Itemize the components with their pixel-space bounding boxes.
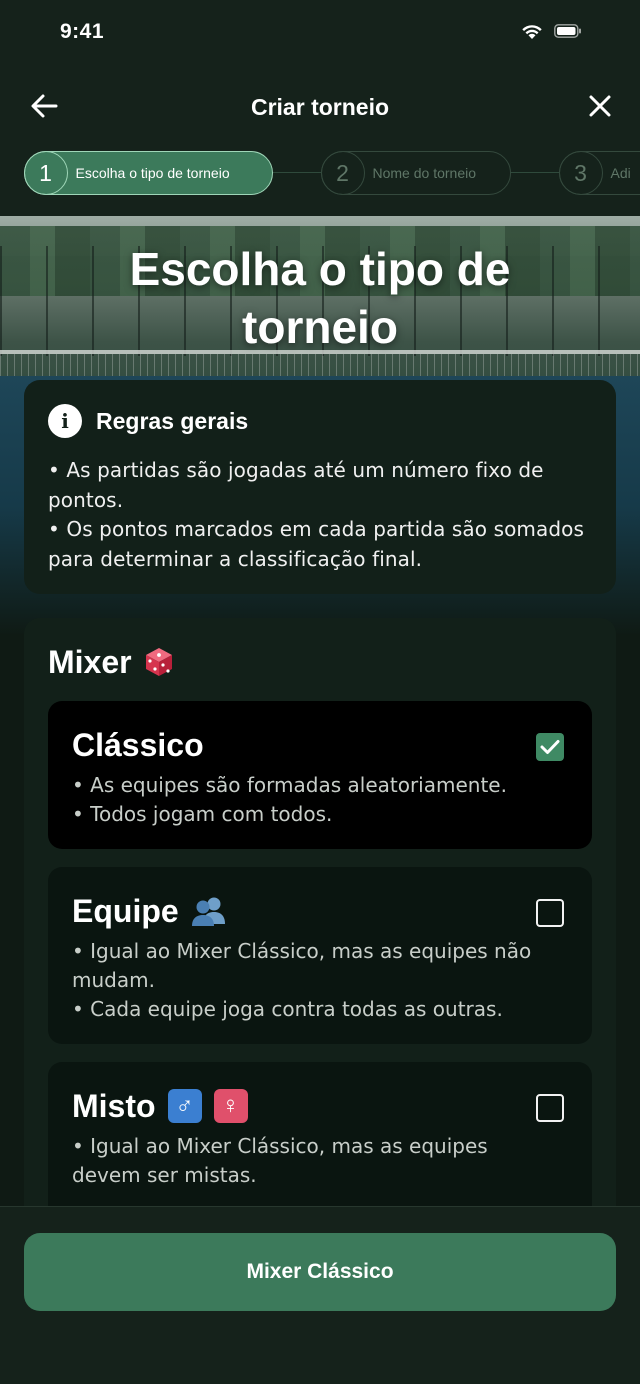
male-sign-icon: ♂ [167, 1089, 202, 1123]
header: Criar torneio 1 Escolha o tipo de tornei… [0, 66, 640, 216]
option-description: • As equipes são formadas aleatoriamente… [72, 773, 507, 826]
option-checkbox[interactable] [536, 733, 564, 761]
close-button[interactable] [582, 88, 618, 124]
section-title: Mixer [48, 643, 132, 680]
info-icon: i [48, 404, 82, 438]
battery-icon [554, 24, 581, 38]
step-2[interactable]: 2 Nome do torneio [320, 151, 511, 195]
option-description: • Igual ao Mixer Clássico, mas as equipe… [72, 1134, 488, 1187]
status-bar: 9:41 [0, 0, 640, 66]
step-number: 3 [558, 151, 603, 195]
option-classico[interactable]: Clássico • As equipes são formadas aleat… [48, 701, 592, 849]
check-icon [540, 740, 560, 754]
step-number: 2 [320, 151, 365, 195]
wifi-icon [522, 25, 542, 39]
page-title: Criar torneio [250, 94, 390, 120]
dice-icon [145, 648, 172, 676]
step-label: Escolha o tipo de torneio [75, 165, 230, 181]
step-label: Adi [610, 165, 631, 181]
option-checkbox[interactable] [536, 899, 564, 927]
step-number: 1 [23, 151, 68, 195]
option-misto[interactable]: Misto ♂ ♀ • Igual ao Mixer Clássico, mas… [48, 1062, 592, 1222]
option-equipe[interactable]: Equipe • Igual ao Mixer Clássico, mas as… [48, 867, 592, 1044]
bottom-bar: Mixer Clássico [0, 1206, 640, 1384]
step-connector [272, 172, 322, 173]
stepper: 1 Escolha o tipo de torneio 2 Nome do to… [0, 150, 640, 196]
option-title: Clássico [72, 726, 204, 763]
rules-card: i Regras gerais • As partidas são jogada… [24, 380, 616, 594]
step-label: Nome do torneio [372, 165, 477, 181]
rules-text: • As partidas são jogadas até um número … [48, 458, 585, 571]
step-1[interactable]: 1 Escolha o tipo de torneio [23, 151, 273, 195]
close-icon [589, 95, 611, 117]
hero-title: Escolha o tipo de torneio [129, 243, 511, 353]
status-time: 9:41 [60, 20, 105, 43]
rules-title: Regras gerais [96, 407, 249, 434]
continue-button[interactable]: Mixer Clássico [24, 1233, 616, 1311]
mixer-section: Mixer Clássico • As equipes são formadas… [24, 618, 616, 1222]
option-title: Misto [72, 1087, 156, 1124]
people-icon [191, 897, 225, 926]
female-sign-icon: ♀ [213, 1089, 248, 1123]
step-3[interactable]: 3 Adi [558, 151, 640, 195]
step-connector [510, 172, 560, 173]
option-checkbox[interactable] [536, 1094, 564, 1122]
status-icons [520, 22, 582, 40]
option-description: • Igual ao Mixer Clássico, mas as equipe… [72, 939, 532, 1021]
option-title: Equipe [72, 892, 179, 929]
